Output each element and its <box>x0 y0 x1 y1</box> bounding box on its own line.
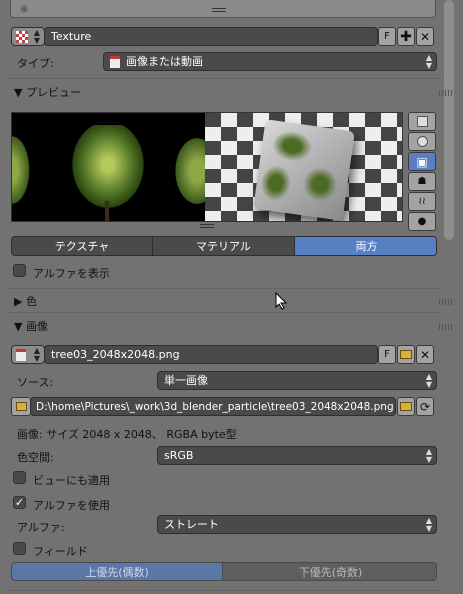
dropdown-arrows-icon: ▲ ▼ <box>425 52 432 70</box>
divider <box>6 78 441 79</box>
collapse-triangle-icon: ▼ <box>14 86 23 99</box>
preview-panel-header[interactable]: ▼ プレビュー <box>14 84 81 100</box>
panel-drag-grip[interactable] <box>439 324 453 330</box>
type-label: タイプ: <box>17 57 54 70</box>
pack-file-icon[interactable] <box>11 397 31 416</box>
panel-drag-grip[interactable] <box>439 299 453 305</box>
fake-user-button[interactable]: F <box>378 345 396 364</box>
colorspace-dropdown[interactable]: sRGB ▲ ▼ <box>157 446 437 465</box>
view-as-render-checkbox[interactable] <box>13 471 26 484</box>
dropdown-arrows-icon: ▲ ▼ <box>425 515 432 533</box>
monkey-shape-icon[interactable]: ☗ <box>408 172 436 191</box>
image-info: 画像: サイズ 2048 x 2048、 RGBA byte型 <box>17 428 237 441</box>
collapse-triangle-icon: ▼ <box>14 320 23 333</box>
type-dropdown[interactable]: 画像または動画 ▲ ▼ <box>103 52 437 71</box>
field-order-toggle: 上優先(偶数) 下優先(奇数) <box>11 562 437 581</box>
unlink-icon[interactable]: ✕ <box>416 345 434 364</box>
tab-material[interactable]: マテリアル <box>153 237 295 255</box>
fields-checkbox[interactable] <box>13 542 26 555</box>
panel-drag-grip[interactable] <box>439 90 453 96</box>
color-panel-header[interactable]: ▶ 色 <box>14 293 37 309</box>
divider <box>6 590 441 591</box>
unlink-icon[interactable]: ✕ <box>416 27 434 46</box>
tab-texture[interactable]: テクスチャ <box>12 237 153 255</box>
reload-icon[interactable]: ⟳ <box>416 397 434 416</box>
show-alpha-checkbox[interactable] <box>13 264 26 277</box>
checker-icon <box>16 31 28 43</box>
sphere-shape-icon[interactable] <box>408 132 436 151</box>
source-value: 単一画像 <box>164 374 208 387</box>
alpha-mode-dropdown[interactable]: ストレート ▲ ▼ <box>157 515 437 534</box>
sky-shape-icon[interactable]: ● <box>408 212 436 231</box>
filepath-field[interactable]: D:\home\Pictures\_work\3d_blender_partic… <box>30 397 396 416</box>
image-panel-header[interactable]: ▼ 画像 <box>14 318 48 334</box>
preview-render <box>11 112 403 222</box>
source-label: ソース: <box>17 376 54 389</box>
fields-label: フィールド <box>33 545 88 558</box>
scrollbar-thumb-top[interactable] <box>444 0 454 240</box>
preview-resize-grip[interactable] <box>200 224 214 228</box>
dropdown-arrows-icon: ▲ ▼ <box>425 446 432 464</box>
divider <box>6 312 441 313</box>
fake-user-button[interactable]: F <box>378 27 396 46</box>
new-texture-icon[interactable]: ✚ <box>397 27 415 46</box>
field-order-odd[interactable]: 下優先(奇数) <box>223 563 436 580</box>
field-order-even[interactable]: 上優先(偶数) <box>12 563 223 580</box>
texture-name-field[interactable]: Texture <box>44 27 378 46</box>
list-resize-grip[interactable] <box>212 8 226 12</box>
alpha-mode-value: ストレート <box>164 518 219 531</box>
tab-both[interactable]: 両方 <box>295 237 436 255</box>
tree-image <box>12 131 32 209</box>
divider <box>6 288 441 289</box>
image-icon <box>16 349 26 361</box>
type-value: 画像または動画 <box>126 55 203 68</box>
tree-image <box>68 125 148 213</box>
texture-browse[interactable]: ▲ ▼ <box>11 27 45 46</box>
image-name-field[interactable]: tree03_2048x2048.png <box>44 345 378 364</box>
use-alpha-checkbox[interactable]: ✓ <box>13 496 26 509</box>
image-title: 画像 <box>25 320 48 333</box>
color-title: 色 <box>25 295 37 308</box>
colorspace-label: 色空間: <box>17 451 54 464</box>
add-slot-icon[interactable]: ⊕ <box>20 4 28 15</box>
preview-shape-buttons: ▣ ☗ ≀≀ ● <box>408 112 436 231</box>
tree-trunk <box>105 201 109 221</box>
cube-preview <box>253 119 355 221</box>
use-alpha-label: アルファを使用 <box>33 499 110 512</box>
cube-shape-icon[interactable]: ▣ <box>408 152 436 171</box>
dropdown-arrows-icon: ▲ ▼ <box>425 371 432 389</box>
mouse-cursor-icon <box>275 292 287 310</box>
material-preview-right <box>205 113 402 221</box>
preview-title: プレビュー <box>25 86 81 99</box>
browse-arrows-icon: ▲ ▼ <box>33 345 40 363</box>
plane-shape-icon[interactable] <box>408 112 436 131</box>
texture-preview-left <box>12 113 222 221</box>
open-image-icon[interactable] <box>397 345 415 364</box>
view-as-render-label: ビューにも適用 <box>33 474 110 487</box>
expand-triangle-icon: ▶ <box>14 295 23 308</box>
browse-file-icon[interactable] <box>397 397 415 416</box>
browse-arrows-icon: ▲ ▼ <box>33 27 40 45</box>
preview-tabs: テクスチャ マテリアル 両方 <box>11 236 437 256</box>
source-dropdown[interactable]: 単一画像 ▲ ▼ <box>157 371 437 390</box>
colorspace-value: sRGB <box>164 449 194 462</box>
image-type-icon <box>110 56 120 68</box>
image-browse[interactable]: ▲ ▼ <box>11 345 45 364</box>
show-alpha-label: アルファを表示 <box>33 267 110 280</box>
hair-shape-icon[interactable]: ≀≀ <box>408 192 436 211</box>
alpha-label: アルファ: <box>17 521 65 534</box>
